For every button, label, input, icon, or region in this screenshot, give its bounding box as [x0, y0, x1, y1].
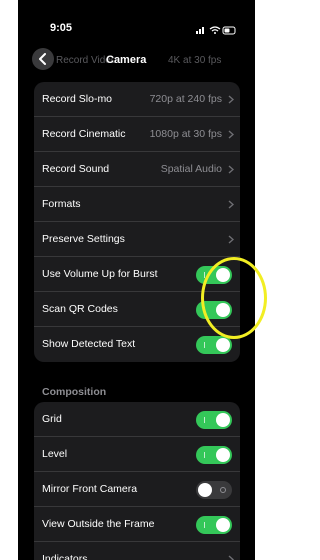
chevron-right-icon — [228, 165, 234, 174]
settings-row-view-outside-the-frame: View Outside the Frame — [34, 507, 240, 542]
row-value: 720p at 240 fps — [149, 93, 222, 105]
settings-group-composition: Grid Level Mirror Front Camera View Outside… — [34, 402, 240, 560]
toggle-switch[interactable] — [196, 446, 232, 464]
status-time: 9:05 — [50, 22, 73, 34]
settings-row-grid: Grid — [34, 402, 240, 437]
toggle-switch[interactable] — [196, 516, 232, 534]
toggle-switch[interactable] — [196, 336, 232, 354]
row-label: Grid — [42, 413, 62, 425]
row-label: Mirror Front Camera — [42, 483, 138, 495]
settings-row-record-slo-mo[interactable]: Record Slo-mo 720p at 240 fps — [34, 82, 240, 117]
toggle-knob — [216, 413, 230, 427]
settings-row-level: Level — [34, 437, 240, 472]
toggle-switch[interactable] — [196, 411, 232, 429]
chevron-right-icon — [228, 555, 234, 560]
chevron-right-icon — [228, 200, 234, 209]
on-indicator — [204, 522, 205, 528]
row-label: Use Volume Up for Burst — [42, 268, 158, 280]
settings-row-formats[interactable]: Formats — [34, 187, 240, 222]
highlight-annotation — [201, 257, 267, 339]
row-label: Record Sound — [42, 163, 110, 175]
chevron-right-icon — [228, 95, 234, 104]
settings-row-record-cinematic[interactable]: Record Cinematic 1080p at 30 fps — [34, 117, 240, 152]
row-label: View Outside the Frame — [42, 518, 155, 530]
on-indicator — [204, 417, 205, 423]
on-indicator — [204, 342, 205, 348]
settings-row-record-sound[interactable]: Record Sound Spatial Audio — [34, 152, 240, 187]
settings-row-indicators[interactable]: Indicators — [34, 542, 240, 560]
chevron-right-icon — [228, 235, 234, 244]
section-header-composition: Composition — [42, 386, 107, 398]
row-label: Record Slo-mo — [42, 93, 113, 105]
row-label: Formats — [42, 198, 81, 210]
row-value: 1080p at 30 fps — [149, 128, 222, 140]
status-bar: 9:05 — [18, 0, 255, 40]
settings-row-show-detected-text: Show Detected Text — [34, 327, 240, 362]
settings-row-preserve-settings[interactable]: Preserve Settings — [34, 222, 240, 257]
settings-row-mirror-front-camera: Mirror Front Camera — [34, 472, 240, 507]
status-icons — [196, 26, 236, 35]
row-label: Preserve Settings — [42, 233, 125, 245]
navigation-bar: Record Video 4K at 30 fps Camera — [18, 44, 255, 78]
toggle-knob — [216, 518, 230, 532]
row-label: Level — [42, 448, 68, 460]
off-indicator — [220, 487, 226, 493]
row-value: Spatial Audio — [160, 163, 222, 175]
toggle-knob — [216, 338, 230, 352]
toggle-knob — [198, 483, 212, 497]
row-label: Scan QR Codes — [42, 303, 118, 315]
back-button[interactable] — [32, 48, 54, 70]
toggle-switch[interactable] — [196, 481, 232, 499]
chevron-right-icon — [228, 130, 234, 139]
row-label: Indicators — [42, 553, 88, 560]
on-indicator — [204, 452, 205, 458]
scrolled-row-value: 4K at 30 fps — [168, 55, 222, 66]
page-title: Camera — [106, 54, 147, 66]
row-label: Record Cinematic — [42, 128, 126, 140]
toggle-knob — [216, 448, 230, 462]
row-label: Show Detected Text — [42, 338, 136, 350]
chevron-left-icon — [39, 53, 46, 65]
